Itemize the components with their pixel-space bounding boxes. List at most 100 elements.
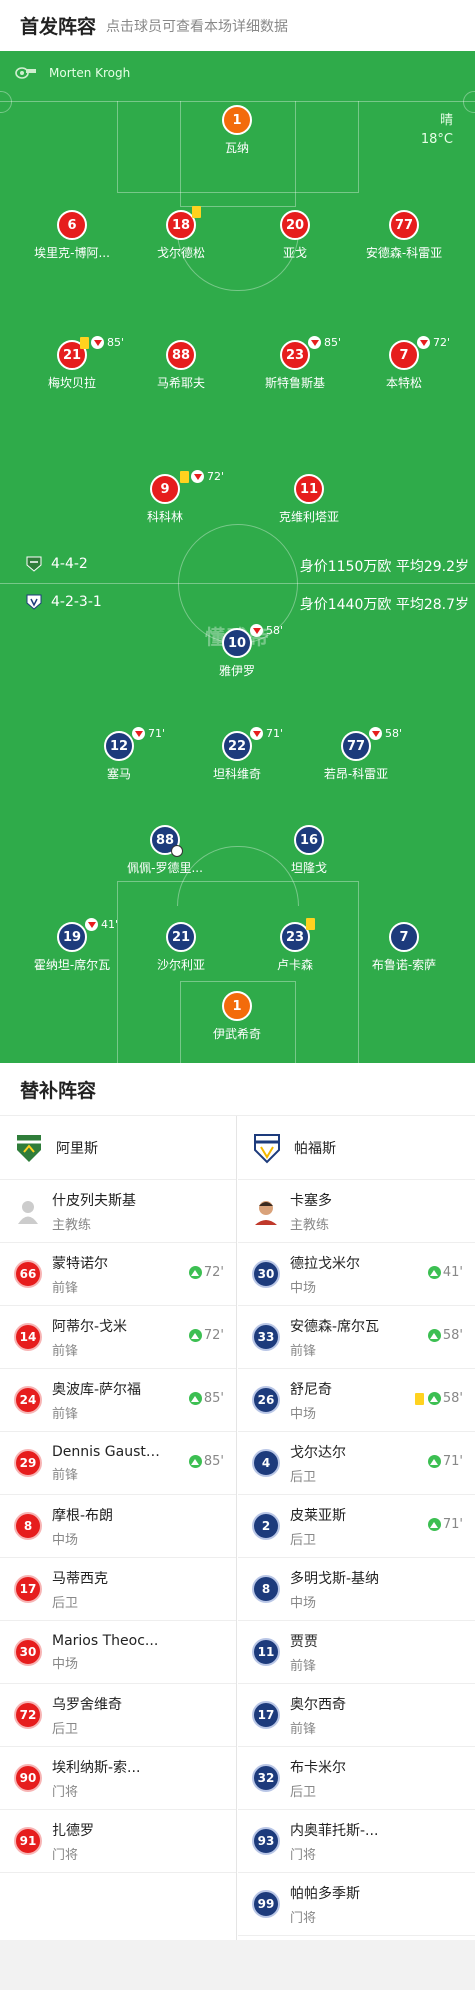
sub-row[interactable]: 30 Marios Theoc... 中场 — [0, 1621, 236, 1684]
jersey-number: 22 — [222, 731, 252, 761]
sub-on-icon — [188, 1455, 202, 1468]
coach-name: 卡塞多 — [290, 1192, 332, 1209]
pitch: 懂球帝 Morten Krogh 晴 18°C 4-4-2 身价1150万欧 平… — [0, 51, 475, 1063]
away-player[interactable]: 21 沙尔利亚 — [121, 922, 241, 973]
sub-on-icon — [427, 1518, 441, 1531]
sub-position: 后卫 — [52, 1595, 79, 1611]
pafos-badge-icon — [254, 1133, 280, 1163]
sub-row[interactable]: 17 奥尔西奇 前锋 — [238, 1684, 475, 1747]
sub-position: 后卫 — [52, 1721, 79, 1737]
sub-name: 多明戈斯-基纳 — [290, 1570, 380, 1587]
sub-on-icon — [427, 1455, 441, 1468]
lineup-header: 首发阵容 点击球员可查看本场详细数据 — [0, 0, 475, 51]
sub-number: 29 — [14, 1449, 42, 1477]
player-events: 41' — [85, 918, 118, 931]
away-team-row[interactable]: 帕福斯 — [238, 1116, 475, 1180]
home-player[interactable]: 21 85' 梅坎贝拉 — [12, 336, 132, 391]
sub-info: Marios Theoc... 中场 — [52, 1633, 158, 1672]
away-player[interactable]: 12 71' 塞马 — [59, 727, 179, 782]
away-player[interactable]: 7 布鲁诺-索萨 — [344, 922, 464, 973]
home-player[interactable]: 9 72' 科科林 — [105, 470, 225, 525]
sub-row[interactable]: 2 皮莱亚斯 后卫 71' — [238, 1495, 475, 1558]
sub-name: 扎德罗 — [52, 1822, 94, 1839]
sub-number: 8 — [14, 1512, 42, 1540]
home-team-row[interactable]: 阿里斯 — [0, 1116, 236, 1180]
coach-row[interactable]: 什皮列夫斯基 主教练 — [0, 1180, 236, 1243]
sub-row[interactable]: 90 埃利纳斯-索... 门将 — [0, 1747, 236, 1810]
sub-off-minute: 72' — [207, 470, 225, 483]
sub-info: 德拉戈米尔 中场 — [290, 1253, 360, 1296]
home-player[interactable]: 88 马希耶夫 — [121, 340, 241, 391]
referee-name: Morten Krogh — [49, 66, 131, 80]
sub-row[interactable]: 17 马蒂西克 后卫 — [0, 1558, 236, 1621]
sub-name: 贾贾 — [290, 1633, 318, 1650]
jersey-number: 6 — [57, 210, 87, 240]
away-subs-column: 帕福斯 卡塞多 主教练 30 德拉戈米尔 中场 41' 33 安德森-席尔瓦 前… — [238, 1116, 475, 1940]
away-player[interactable]: 22 71' 坦科维奇 — [177, 727, 297, 782]
sub-row[interactable]: 30 德拉戈米尔 中场 41' — [238, 1243, 475, 1306]
sub-info: 扎德罗 门将 — [52, 1820, 94, 1863]
home-formation-text: 4-4-2 — [51, 556, 88, 572]
away-player[interactable]: 77 58' 若昂-科雷亚 — [296, 727, 416, 782]
sub-info: 多明戈斯-基纳 中场 — [290, 1568, 379, 1611]
home-player[interactable]: 18 戈尔德松 — [121, 206, 241, 261]
sub-row[interactable]: 8 多明戈斯-基纳 中场 — [238, 1558, 475, 1621]
sub-row[interactable]: 66 蒙特诺尔 前锋 72' — [0, 1243, 236, 1306]
home-player[interactable]: 20 亚戈 — [235, 210, 355, 261]
sub-info: 舒尼奇 中场 — [290, 1379, 332, 1422]
coach-name: 什皮列夫斯基 — [52, 1192, 136, 1209]
sub-info: 奥波库-萨尔福 前锋 — [52, 1379, 141, 1422]
sub-on-minute: 72' — [203, 1265, 224, 1280]
coach-row[interactable]: 卡塞多 主教练 — [238, 1180, 475, 1243]
player-events: 72' — [417, 336, 450, 349]
sub-row[interactable]: 11 贾贾 前锋 — [238, 1621, 475, 1684]
sub-event: 72' — [188, 1265, 224, 1280]
sub-event: 41' — [427, 1265, 463, 1280]
sub-row[interactable]: 14 阿蒂尔-戈米 前锋 72' — [0, 1306, 236, 1369]
home-player[interactable]: 6 埃里克-博阿... — [12, 210, 132, 261]
player-events: 85' — [308, 336, 341, 349]
away-player[interactable]: 19 41' 霍纳坦-席尔瓦 — [12, 918, 132, 973]
sub-row[interactable]: 24 奥波库-萨尔福 前锋 85' — [0, 1369, 236, 1432]
away-player[interactable]: 23 卢卡森 — [235, 918, 355, 973]
sub-number: 30 — [14, 1638, 42, 1666]
sub-on-icon — [188, 1392, 202, 1405]
home-player[interactable]: 11 克维利塔亚 — [249, 474, 369, 525]
sub-row[interactable]: 93 内奥菲托斯-... 门将 — [238, 1810, 475, 1873]
sub-row[interactable]: 72 乌罗舍维奇 后卫 — [0, 1684, 236, 1747]
sub-row[interactable]: 99 帕帕多季斯 门将 — [238, 1873, 475, 1936]
sub-info: 马蒂西克 后卫 — [52, 1568, 108, 1611]
player-name: 科科林 — [146, 510, 183, 524]
sub-row[interactable]: 32 布卡米尔 后卫 — [238, 1747, 475, 1810]
sub-row[interactable]: 26 舒尼奇 中场 58' — [238, 1369, 475, 1432]
home-player[interactable]: 23 85' 斯特鲁斯基 — [235, 336, 355, 391]
sub-row[interactable]: 8 摩根-布朗 中场 — [0, 1495, 236, 1558]
aris-crest-icon — [26, 556, 42, 572]
player-name: 本特松 — [385, 376, 422, 390]
away-player[interactable]: 10 58' 雅伊罗 — [177, 624, 297, 679]
sub-position: 后卫 — [290, 1784, 317, 1800]
home-player[interactable]: 77 安德森-科雷亚 — [344, 210, 464, 261]
away-player[interactable]: 88 佩佩-罗德里... — [105, 825, 225, 876]
player-events — [306, 918, 317, 930]
sub-row[interactable]: 33 安德森-席尔瓦 前锋 58' — [238, 1306, 475, 1369]
away-player[interactable]: 1 伊武希奇 — [177, 991, 297, 1042]
lineup-subtitle: 点击球员可查看本场详细数据 — [106, 18, 289, 35]
sub-position: 门将 — [52, 1784, 79, 1800]
sub-row[interactable]: 29 Dennis Gaustad 前锋 85' — [0, 1432, 236, 1495]
sub-row[interactable]: 4 戈尔达尔 后卫 71' — [238, 1432, 475, 1495]
corner-arc — [0, 91, 12, 113]
player-events — [192, 206, 203, 218]
player-events: 85' — [80, 336, 124, 349]
sub-row[interactable]: 91 扎德罗 门将 — [0, 1810, 236, 1873]
player-name: 戈尔德松 — [156, 246, 205, 260]
home-player[interactable]: 7 72' 本特松 — [344, 336, 464, 391]
referee: Morten Krogh — [15, 66, 130, 80]
away-player[interactable]: 16 坦隆戈 — [249, 825, 369, 876]
sub-event: 72' — [188, 1328, 224, 1343]
jersey-number: 20 — [280, 210, 310, 240]
sub-position: 前锋 — [52, 1467, 79, 1483]
home-player[interactable]: 1 瓦纳 — [177, 105, 297, 156]
sub-name: 乌罗舍维奇 — [52, 1696, 122, 1713]
sub-off-icon — [250, 624, 263, 637]
